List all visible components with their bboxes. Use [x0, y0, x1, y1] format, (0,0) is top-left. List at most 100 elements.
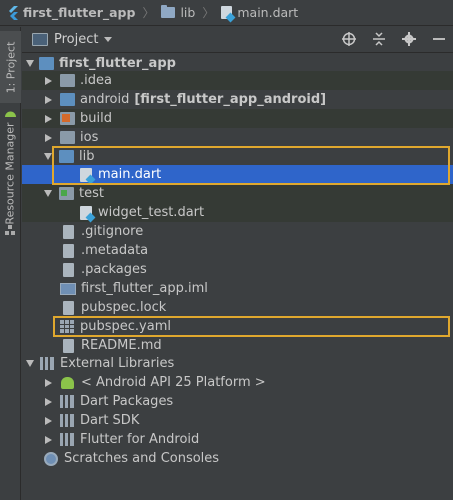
minimize-icon[interactable] [431, 31, 447, 47]
chevron-down-icon[interactable] [26, 360, 34, 367]
tree-item-suffix: [first_flutter_app_android] [134, 92, 327, 107]
test-folder-icon [59, 187, 74, 200]
breadcrumb-lib[interactable]: lib [161, 5, 195, 20]
gear-icon[interactable] [401, 31, 417, 47]
chevron-right-icon: 〉 [202, 6, 215, 20]
chevron-right-icon: 〉 [142, 6, 155, 20]
chevron-right-icon[interactable] [45, 435, 52, 444]
chevron-right-icon[interactable] [45, 114, 52, 123]
tree-item-packages[interactable]: .packages [22, 260, 453, 279]
tree-item-pubspec-yaml[interactable]: pubspec.yaml [22, 317, 453, 336]
tree-item-label: Scratches and Consoles [64, 451, 220, 466]
ide-window: first_flutter_app 〉 lib 〉 main.dart 1: P… [0, 0, 453, 500]
chevron-right-icon[interactable] [45, 397, 52, 406]
tree-item-label: README.md [81, 338, 162, 353]
android-icon [5, 111, 16, 117]
resource-icon [5, 225, 15, 235]
breadcrumb-lib-label: lib [180, 5, 196, 20]
tree-item-dart-packages[interactable]: Dart Packages [22, 392, 453, 411]
tree-item-label: .gitignore [81, 224, 144, 239]
tree-item-label: Flutter for Android [80, 432, 200, 447]
scratches-icon [44, 451, 58, 466]
tree-item-android[interactable]: android [first_flutter_app_android] [22, 90, 453, 109]
tree-item-widget-test[interactable]: widget_test.dart [22, 203, 453, 222]
project-tree: first_flutter_app .idea android [first_f… [22, 54, 453, 500]
tree-item-readme[interactable]: README.md [22, 336, 453, 355]
library-icon [40, 357, 54, 370]
tree-item-build[interactable]: build [22, 109, 453, 128]
left-tool-strip: 1: Project Resource Manager [0, 27, 21, 500]
tree-item-pubspec-lock[interactable]: pubspec.lock [22, 298, 453, 317]
file-icon [63, 262, 74, 277]
tree-item-idea[interactable]: .idea [22, 71, 453, 90]
tree-item-android-api[interactable]: < Android API 25 Platform > [22, 373, 453, 392]
source-folder-icon [59, 150, 74, 163]
library-icon [60, 395, 74, 408]
library-icon [60, 433, 74, 446]
breadcrumb-project[interactable]: first_flutter_app [8, 5, 135, 20]
tab-resource-manager[interactable]: Resource Manager [0, 121, 21, 225]
tab-resource-manager-label: Resource Manager [4, 121, 18, 225]
tree-item-label: ios [80, 130, 99, 145]
module-file-icon [60, 282, 76, 295]
tree-item-label: External Libraries [60, 356, 175, 371]
chevron-down-icon[interactable] [44, 153, 52, 160]
tree-item-external-libraries[interactable]: External Libraries [22, 354, 453, 373]
tree-item-label: pubspec.lock [81, 300, 167, 315]
tree-item-scratches[interactable]: Scratches and Consoles [22, 449, 453, 468]
project-panel-header: Project [22, 27, 453, 53]
yaml-file-icon [60, 320, 74, 333]
tree-item-gitignore[interactable]: .gitignore [22, 222, 453, 241]
tree-item-label: .metadata [81, 243, 149, 258]
tree-item-label: Dart Packages [80, 394, 174, 409]
panel-title[interactable]: Project [54, 32, 98, 47]
panel-toolbar [341, 31, 447, 47]
flutter-icon [9, 5, 18, 20]
tree-item-flutter-android[interactable]: Flutter for Android [22, 430, 453, 449]
chevron-right-icon[interactable] [45, 416, 52, 425]
tree-item-label: .packages [81, 262, 147, 277]
tab-project[interactable]: 1: Project [0, 31, 21, 103]
chevron-right-icon[interactable] [45, 133, 52, 142]
module-folder-icon [39, 57, 54, 70]
breadcrumb-file-label: main.dart [237, 5, 299, 20]
tree-item-metadata[interactable]: .metadata [22, 241, 453, 260]
android-icon [61, 376, 74, 389]
target-icon[interactable] [341, 31, 357, 47]
tree-item-dart-sdk[interactable]: Dart SDK [22, 411, 453, 430]
tree-item-main-dart[interactable]: main.dart [22, 165, 453, 184]
chevron-down-icon[interactable] [26, 60, 34, 67]
chevron-right-icon[interactable] [45, 95, 52, 104]
tree-item-label: main.dart [98, 167, 162, 182]
tree-item-test[interactable]: test [22, 184, 453, 203]
chevron-right-icon[interactable] [45, 76, 52, 85]
file-icon [63, 224, 74, 239]
chevron-down-icon[interactable] [44, 190, 52, 197]
breadcrumb-file[interactable]: main.dart [221, 5, 298, 20]
folder-icon [60, 74, 75, 87]
tree-item-ios[interactable]: ios [22, 128, 453, 147]
tree-item-lib[interactable]: lib [22, 147, 453, 166]
file-icon [63, 243, 74, 258]
dart-file-icon [80, 205, 92, 220]
tree-item-label: .idea [80, 73, 112, 88]
excluded-folder-icon [60, 112, 75, 125]
module-folder-icon [60, 93, 75, 106]
folder-icon [60, 131, 75, 144]
tree-item-iml[interactable]: first_flutter_app.iml [22, 279, 453, 298]
dart-file-icon [80, 167, 92, 182]
tree-item-label: first_flutter_app.iml [81, 281, 208, 296]
tree-item-label: android [80, 92, 130, 107]
tree-item-label: widget_test.dart [98, 205, 205, 220]
tree-item-label: test [79, 186, 104, 201]
library-icon [60, 414, 74, 427]
markdown-file-icon [63, 338, 74, 353]
chevron-down-icon[interactable] [104, 37, 113, 42]
tree-item-label: < Android API 25 Platform > [81, 375, 266, 390]
tree-item-label: lib [79, 149, 95, 164]
file-icon [63, 300, 74, 315]
tree-item-label: pubspec.yaml [80, 319, 171, 334]
chevron-right-icon[interactable] [45, 378, 52, 387]
collapse-icon[interactable] [371, 31, 387, 47]
dart-file-icon [221, 6, 233, 19]
